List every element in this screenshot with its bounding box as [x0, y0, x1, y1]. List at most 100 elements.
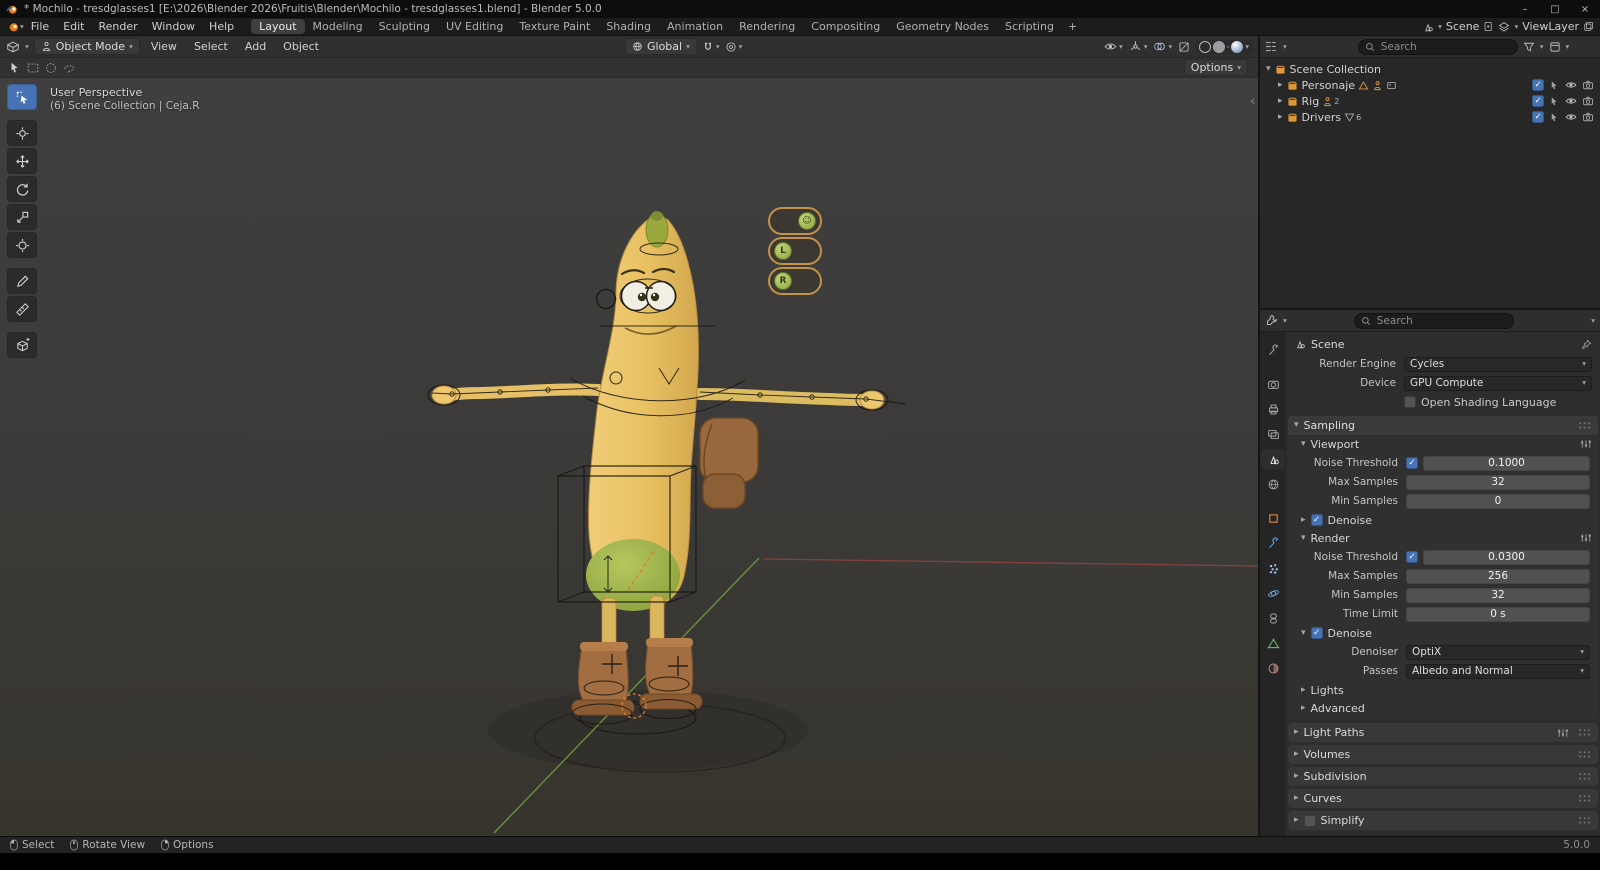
tab-tool[interactable] [1261, 340, 1285, 360]
drag-dots-icon[interactable] [1578, 750, 1592, 759]
drag-dots-icon[interactable] [1578, 772, 1592, 781]
render-noise-threshold-field[interactable]: 0.0300 [1423, 549, 1590, 565]
device-select[interactable]: GPU Compute ▾ [1404, 375, 1592, 391]
menu-window[interactable]: Window [145, 19, 202, 34]
collection-checkbox[interactable]: ✓ [1532, 111, 1544, 123]
outliner-search[interactable] [1357, 38, 1518, 55]
viewport-noise-threshold-field[interactable]: 0.1000 [1423, 455, 1590, 471]
simplify-panel[interactable]: ▸ Simplify [1288, 811, 1598, 830]
viewport-denoise-header[interactable]: ▸ ✓ Denoise [1288, 511, 1598, 529]
scene-name[interactable]: Scene [1446, 20, 1480, 33]
viewport-menu-add[interactable]: Add [239, 39, 272, 54]
blender-menu-icon[interactable] [6, 20, 20, 33]
outliner-search-input[interactable] [1378, 39, 1511, 54]
snap-toggle[interactable]: ▾ [702, 41, 720, 53]
hide-render-camera-icon[interactable] [1582, 79, 1594, 91]
noise-threshold-checkbox[interactable]: ✓ [1406, 457, 1418, 469]
sampling-advanced-header[interactable]: ▸ Advanced [1288, 699, 1598, 717]
collection-checkbox[interactable]: ✓ [1532, 79, 1544, 91]
proportional-editing-toggle[interactable]: ▾ [725, 41, 742, 53]
minimize-button[interactable]: – [1510, 0, 1540, 18]
collection-name[interactable]: Drivers [1302, 111, 1342, 124]
expand-icon[interactable]: ▾ [1266, 64, 1271, 74]
tool-cursor[interactable] [7, 120, 37, 146]
outliner-editor-icon[interactable] [1265, 40, 1278, 53]
tool-measure[interactable] [7, 296, 37, 322]
outliner-row-drivers[interactable]: ▸ Drivers 6 ✓ [1276, 109, 1596, 125]
tab-material[interactable] [1261, 658, 1285, 678]
tab-scene[interactable] [1261, 449, 1285, 469]
expand-icon[interactable]: ▸ [1278, 96, 1283, 106]
transform-orientation-selector[interactable]: Global ▾ [625, 38, 697, 55]
tab-rendering[interactable]: Rendering [731, 19, 803, 34]
mode-selector[interactable]: Object Mode ▾ [33, 38, 140, 55]
tab-view-layer[interactable] [1261, 424, 1285, 444]
collection-name[interactable]: Personaje [1302, 79, 1356, 92]
render-min-samples-field[interactable]: 32 [1406, 587, 1590, 603]
right-picker-circle[interactable]: R [774, 272, 792, 290]
left-picker-circle[interactable]: L [774, 242, 792, 260]
properties-search-input[interactable] [1374, 313, 1507, 328]
rig-picker-right[interactable]: R [768, 267, 822, 295]
tab-physics[interactable] [1261, 583, 1285, 603]
collection-name[interactable]: Rig [1302, 95, 1320, 108]
menu-file[interactable]: File [24, 19, 56, 34]
tab-object-data[interactable] [1261, 633, 1285, 653]
hide-viewport-eye-icon[interactable] [1565, 95, 1577, 107]
viewlayer-name[interactable]: ViewLayer [1522, 20, 1579, 33]
tab-modifiers[interactable] [1261, 533, 1285, 553]
expand-icon[interactable]: ▸ [1278, 112, 1283, 122]
tool-annotate[interactable] [7, 268, 37, 294]
collection-name[interactable]: Scene Collection [1290, 63, 1381, 76]
pin-icon[interactable] [1581, 339, 1592, 350]
xray-toggle[interactable] [1178, 41, 1190, 53]
properties-editor-icon[interactable] [1265, 314, 1278, 327]
new-scene-icon[interactable] [1483, 21, 1494, 32]
outliner-display-icon[interactable] [1549, 41, 1561, 53]
volumes-panel[interactable]: ▸ Volumes [1288, 745, 1598, 764]
sampling-header[interactable]: ▾ Sampling [1288, 416, 1598, 435]
selectable-icon[interactable] [1549, 96, 1560, 107]
outliner-row-scene-collection[interactable]: ▾ Scene Collection [1264, 61, 1596, 77]
drag-dots-icon[interactable] [1578, 728, 1592, 737]
viewport-menu-object[interactable]: Object [277, 39, 325, 54]
tool-move[interactable] [7, 148, 37, 174]
sidebar-collapse-arrow[interactable]: ‹ [1250, 94, 1255, 108]
tab-geometry-nodes[interactable]: Geometry Nodes [888, 19, 997, 34]
selectable-icon[interactable] [1549, 80, 1560, 91]
close-button[interactable]: × [1570, 0, 1600, 18]
viewport-menu-select[interactable]: Select [188, 39, 234, 54]
presets-icon[interactable] [1580, 438, 1592, 450]
tab-particles[interactable] [1261, 558, 1285, 578]
viewlayer-icon[interactable] [1498, 21, 1510, 33]
noise-threshold-checkbox[interactable]: ✓ [1406, 551, 1418, 563]
subdivision-panel[interactable]: ▸ Subdivision [1288, 767, 1598, 786]
shading-wireframe-button[interactable] [1199, 40, 1212, 53]
sampling-render-header[interactable]: ▾ Render [1288, 529, 1598, 547]
options-dropdown[interactable]: Options ▾ [1183, 59, 1248, 76]
select-mode-box-icon[interactable] [26, 61, 40, 75]
breadcrumb-label[interactable]: Scene [1311, 338, 1345, 351]
denoiser-select[interactable]: OptiX ▾ [1406, 644, 1590, 660]
sampling-lights-header[interactable]: ▸ Lights [1288, 681, 1598, 699]
viewport-menu-view[interactable]: View [145, 39, 183, 54]
menu-render[interactable]: Render [92, 19, 145, 34]
rig-picker-face[interactable]: ☺ [768, 207, 822, 235]
tool-add-primitive[interactable] [7, 332, 37, 358]
tool-rotate[interactable] [7, 176, 37, 202]
hide-viewport-eye-icon[interactable] [1565, 79, 1577, 91]
tab-layout[interactable]: Layout [251, 19, 305, 34]
menu-edit[interactable]: Edit [56, 19, 91, 34]
face-picker-circle[interactable]: ☺ [798, 212, 816, 230]
editor-type-icon[interactable] [6, 40, 20, 54]
select-mode-lasso-icon[interactable] [62, 61, 76, 75]
osl-checkbox[interactable] [1404, 396, 1416, 408]
passes-select[interactable]: Albedo and Normal ▾ [1406, 663, 1590, 679]
select-mode-circle-icon[interactable] [44, 61, 58, 75]
tab-modeling[interactable]: Modeling [305, 19, 371, 34]
viewport-denoise-checkbox[interactable]: ✓ [1310, 514, 1323, 526]
light-paths-panel[interactable]: ▸ Light Paths [1288, 723, 1598, 742]
viewport-max-samples-field[interactable]: 32 [1406, 474, 1590, 490]
tab-texture-paint[interactable]: Texture Paint [511, 19, 598, 34]
presets-icon[interactable] [1580, 532, 1592, 544]
